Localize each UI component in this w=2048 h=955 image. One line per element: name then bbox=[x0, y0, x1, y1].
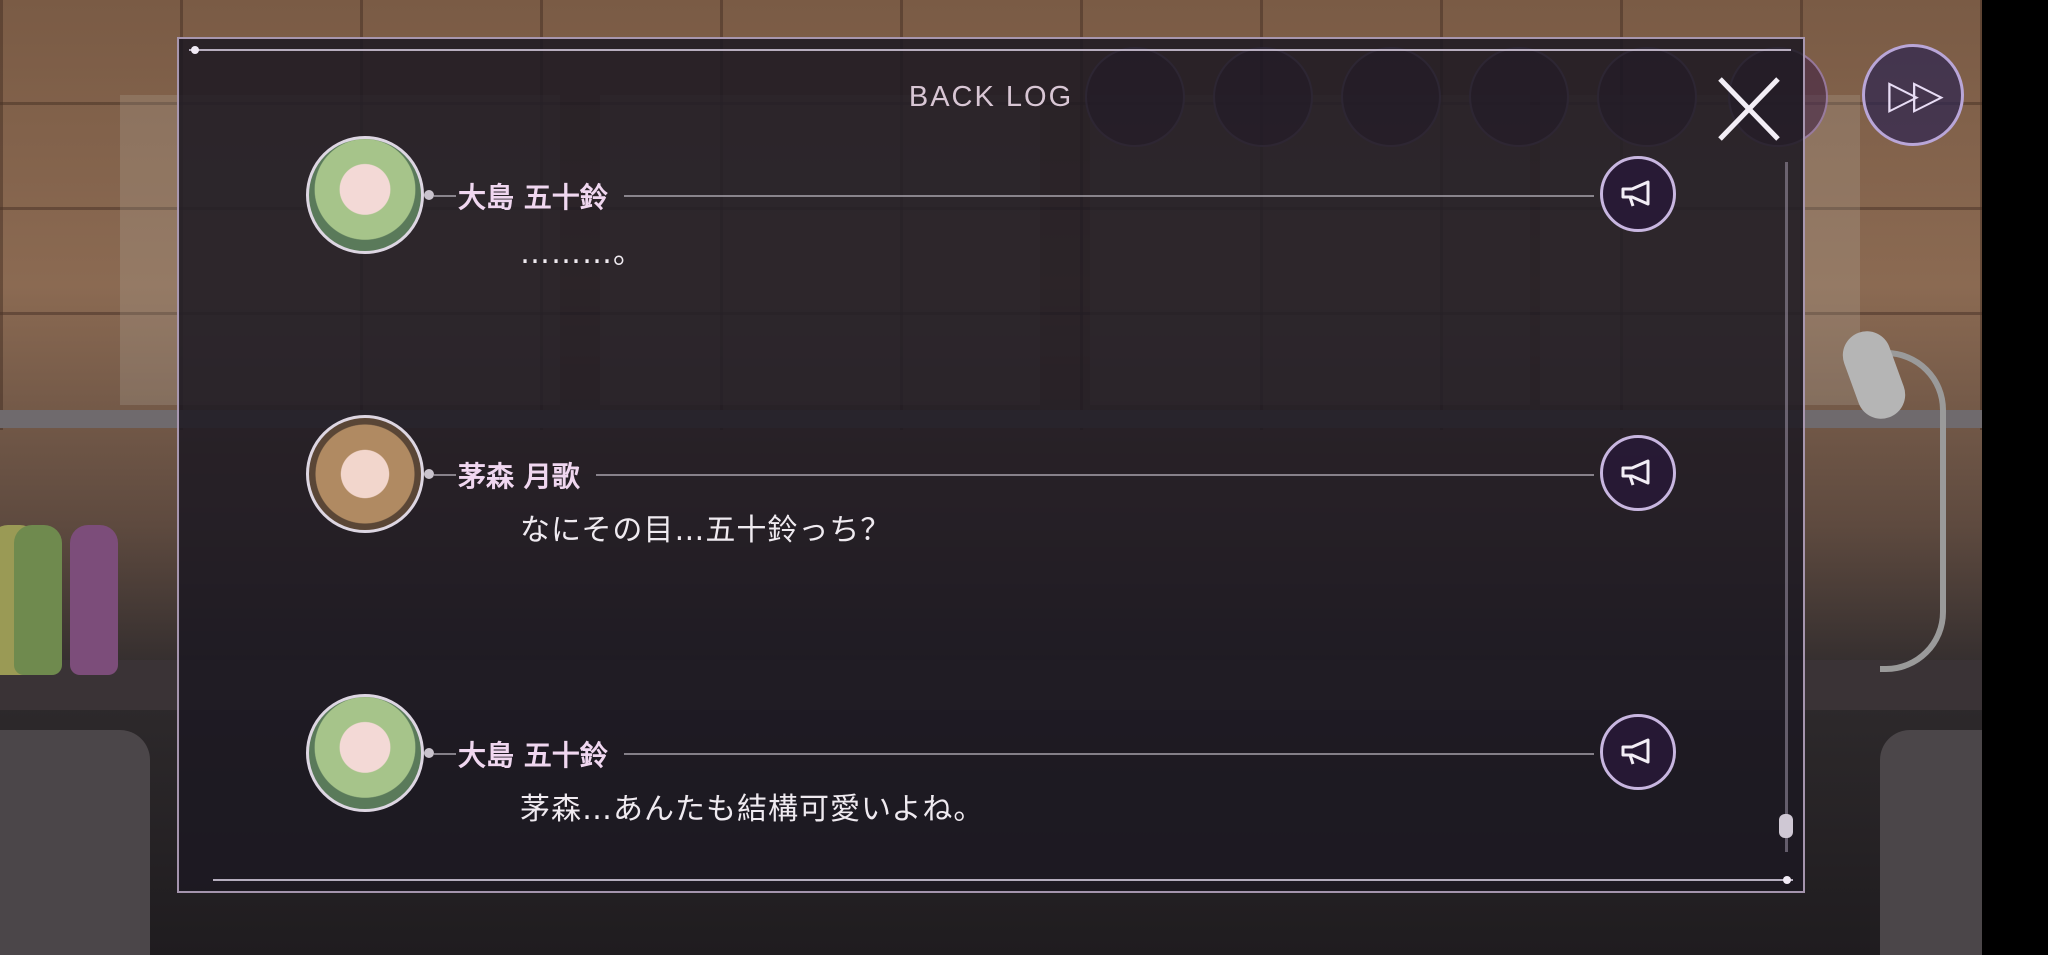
frame-dot bbox=[1783, 876, 1791, 884]
close-button[interactable] bbox=[1714, 73, 1784, 145]
log-entry: 茅森 月歌 なにその目…五十鈴っち？ bbox=[306, 415, 1680, 548]
dialogue-text: なにその目…五十鈴っち？ bbox=[520, 513, 892, 548]
avatar bbox=[306, 136, 424, 254]
scrollbar-track[interactable] bbox=[1785, 162, 1788, 852]
avatar bbox=[306, 415, 424, 533]
speaker-name: 茅森 月歌 bbox=[458, 460, 580, 493]
speaker-name: 大島 五十鈴 bbox=[458, 739, 608, 772]
close-x-icon bbox=[1718, 77, 1780, 141]
divider bbox=[434, 195, 456, 197]
divider bbox=[624, 753, 1594, 755]
megaphone-icon bbox=[1621, 180, 1650, 207]
voice-replay-button[interactable] bbox=[1600, 156, 1676, 232]
panel-frame-bottom bbox=[213, 879, 1793, 881]
fast-forward-icon: ▷▷ bbox=[1888, 72, 1943, 118]
bottle bbox=[14, 525, 62, 675]
divider bbox=[434, 474, 456, 476]
divider bbox=[596, 474, 1594, 476]
panel-frame-top bbox=[189, 49, 1791, 51]
megaphone-icon bbox=[1621, 738, 1650, 765]
log-entry: 大島 五十鈴 ………。 bbox=[306, 136, 1680, 271]
dialogue-text: ………。 bbox=[520, 236, 644, 271]
fast-forward-button[interactable]: ▷▷ bbox=[1862, 44, 1964, 146]
bath-stool bbox=[1880, 730, 1982, 955]
connector-dot bbox=[424, 748, 434, 758]
divider bbox=[434, 753, 456, 755]
bottle bbox=[70, 525, 118, 675]
voice-replay-button[interactable] bbox=[1600, 435, 1676, 511]
avatar bbox=[306, 694, 424, 812]
connector-dot bbox=[424, 190, 434, 200]
speaker-name: 大島 五十鈴 bbox=[458, 181, 608, 214]
scrollbar-thumb[interactable] bbox=[1779, 814, 1793, 838]
page-title: BACK LOG bbox=[908, 81, 1074, 113]
frame-dot bbox=[191, 46, 199, 54]
voice-replay-button[interactable] bbox=[1600, 714, 1676, 790]
megaphone-icon bbox=[1621, 459, 1650, 486]
connector-dot bbox=[424, 469, 434, 479]
divider bbox=[624, 195, 1594, 197]
log-entry: 大島 五十鈴 茅森…あんたも結構可愛いよね。 bbox=[306, 694, 1680, 827]
bath-stool bbox=[0, 730, 150, 955]
letterbox-bar bbox=[1982, 0, 2048, 955]
dialogue-text: 茅森…あんたも結構可愛いよね。 bbox=[520, 792, 985, 827]
